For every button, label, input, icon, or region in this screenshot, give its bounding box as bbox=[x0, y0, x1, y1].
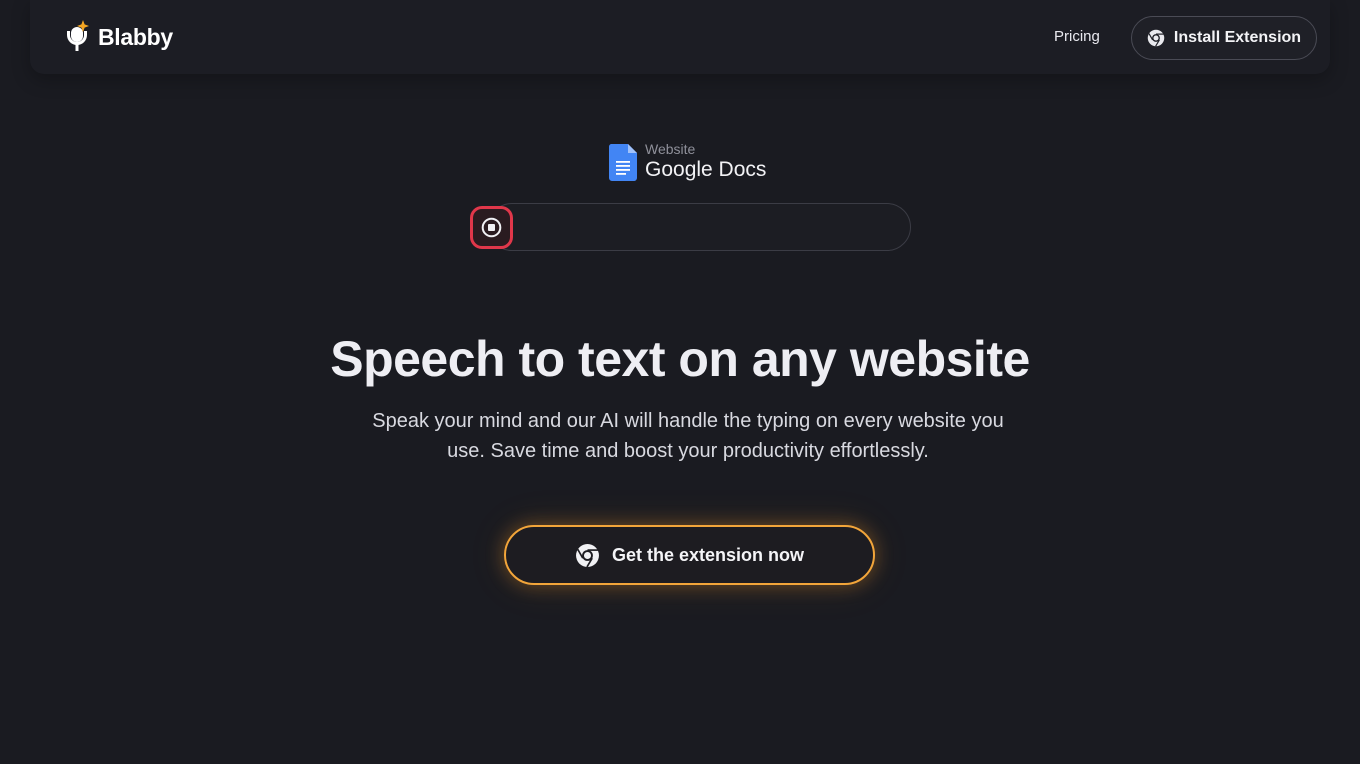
website-caption: Website bbox=[645, 141, 696, 157]
google-docs-icon bbox=[609, 143, 637, 181]
dictation-text-field[interactable] bbox=[488, 203, 911, 251]
logo-text: Blabby bbox=[98, 23, 173, 50]
page: Blabby Pricing Install Extension Website… bbox=[0, 0, 1360, 764]
install-extension-button[interactable]: Install Extension bbox=[1131, 16, 1317, 60]
dictation-recorder bbox=[470, 203, 911, 251]
install-extension-label: Install Extension bbox=[1173, 29, 1302, 46]
chrome-icon bbox=[1147, 29, 1165, 47]
logo-link[interactable]: Blabby bbox=[64, 20, 173, 54]
website-indicator: Website Google Docs bbox=[609, 140, 766, 184]
website-text: Website Google Docs bbox=[645, 141, 766, 183]
nav-pricing-link[interactable]: Pricing bbox=[1054, 28, 1100, 45]
microphone-sparkle-icon bbox=[67, 20, 89, 51]
website-name: Google Docs bbox=[645, 158, 767, 181]
stop-icon bbox=[481, 217, 502, 238]
get-extension-label: Get the extension now bbox=[611, 544, 805, 565]
stop-recording-button[interactable] bbox=[470, 206, 513, 249]
hero-title: Speech to text on any website bbox=[330, 331, 1030, 387]
site-header: Blabby Pricing Install Extension bbox=[0, 0, 1360, 76]
get-extension-button[interactable]: Get the extension now bbox=[504, 525, 875, 585]
chrome-icon bbox=[576, 543, 599, 567]
hero-subtitle: Speak your mind and our AI will handle t… bbox=[372, 410, 1004, 462]
